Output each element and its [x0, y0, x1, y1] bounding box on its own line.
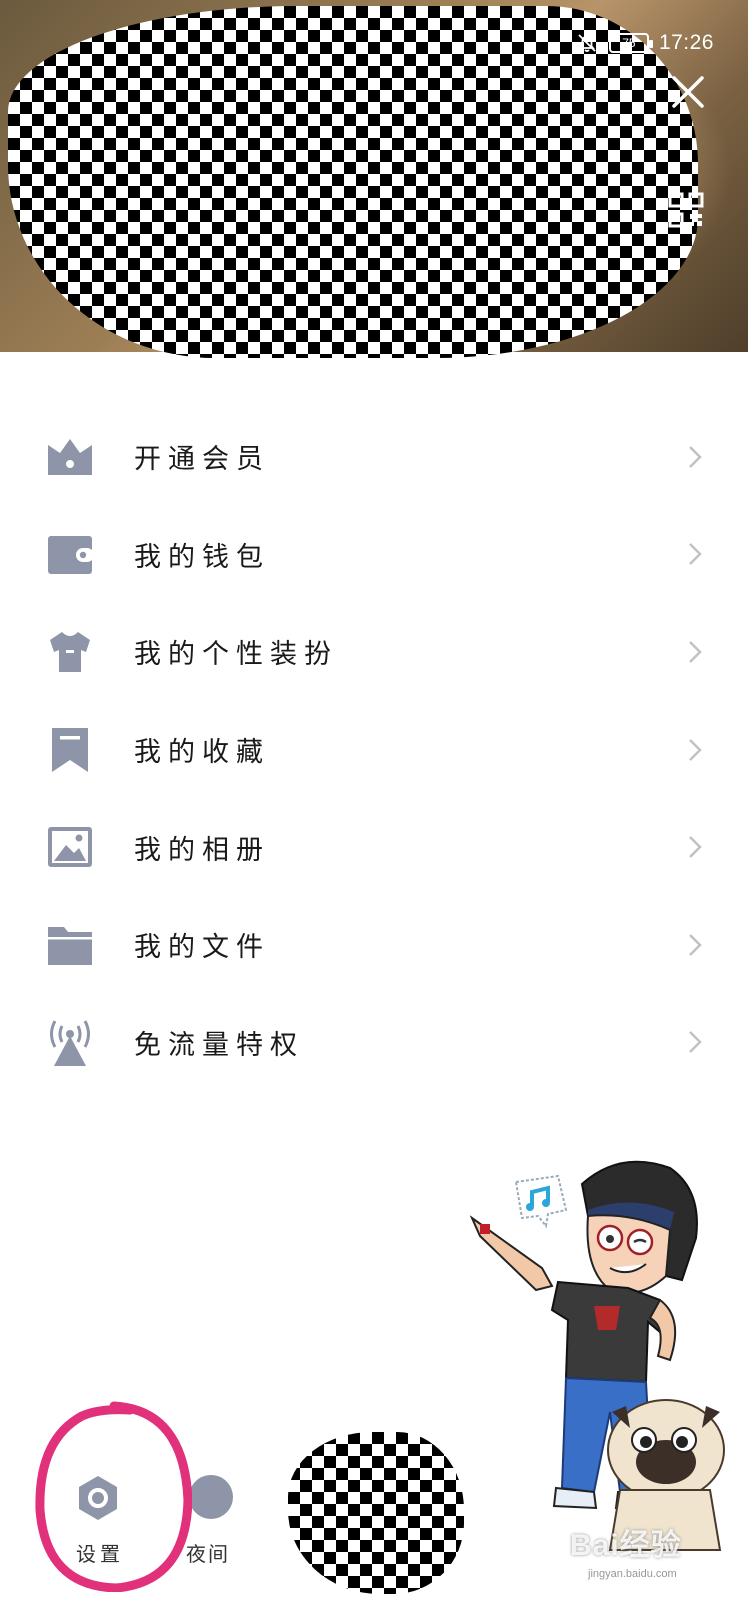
watermark: Bai经验 — [570, 1529, 682, 1562]
status-bar: 75 17:26 — [575, 28, 714, 58]
menu-label: 开通会员 — [134, 444, 270, 476]
chevron-right-icon — [689, 641, 702, 663]
battery-icon: 75 — [608, 33, 653, 53]
menu-item-favorites[interactable]: 我的收藏 — [0, 701, 748, 799]
music-bubble-icon — [514, 1174, 568, 1229]
qr-code-icon[interactable] — [668, 192, 704, 228]
chevron-right-icon — [689, 933, 702, 956]
menu-label: 我的个性装扮 — [134, 639, 338, 671]
menu-item-vip[interactable]: 开通会员 — [0, 408, 748, 506]
chevron-right-icon — [689, 738, 702, 761]
redacted-profile-area — [8, 6, 698, 358]
chevron-right-icon — [689, 543, 702, 566]
close-icon[interactable] — [668, 72, 708, 112]
menu-label: 我的收藏 — [134, 737, 270, 769]
chevron-right-icon — [689, 836, 702, 859]
status-time: 17:26 — [658, 31, 714, 54]
crown-icon — [48, 438, 92, 475]
redacted-bottom-area — [288, 1432, 464, 1594]
bookmark-icon — [52, 727, 88, 772]
highlight-annotation — [35, 1401, 192, 1592]
night-mode-button[interactable]: 夜间 — [186, 1470, 256, 1566]
menu-item-files[interactable]: 我的文件 — [0, 896, 748, 994]
tshirt-icon — [50, 631, 90, 672]
menu-label: 我的文件 — [134, 932, 270, 964]
menu-item-dressup[interactable]: 我的个性装扮 — [0, 603, 748, 701]
image-icon — [48, 827, 92, 868]
moon-icon — [189, 1475, 233, 1519]
menu-label: 我的相册 — [134, 834, 270, 866]
night-label: 夜间 — [186, 1542, 230, 1566]
chevron-right-icon — [689, 1031, 702, 1054]
menu-item-free-data[interactable]: 免流量特权 — [0, 994, 748, 1092]
wallet-icon — [48, 536, 94, 575]
menu-label: 我的钱包 — [134, 541, 270, 573]
watermark-url: jingyan.baidu.com — [588, 1568, 677, 1580]
chevron-right-icon — [689, 445, 702, 468]
menu-item-album[interactable]: 我的相册 — [0, 798, 748, 896]
battery-level: 75 — [622, 36, 636, 50]
bell-muted-icon — [578, 34, 596, 52]
antenna-icon — [50, 1020, 90, 1067]
folder-icon — [48, 926, 92, 965]
menu-label: 免流量特权 — [134, 1029, 304, 1061]
menu-item-wallet[interactable]: 我的钱包 — [0, 506, 748, 604]
menu-list: 开通会员 我的钱包 我的个性装扮 我的收藏 我的相册 我的文件 免流量特权 — [0, 408, 748, 1091]
